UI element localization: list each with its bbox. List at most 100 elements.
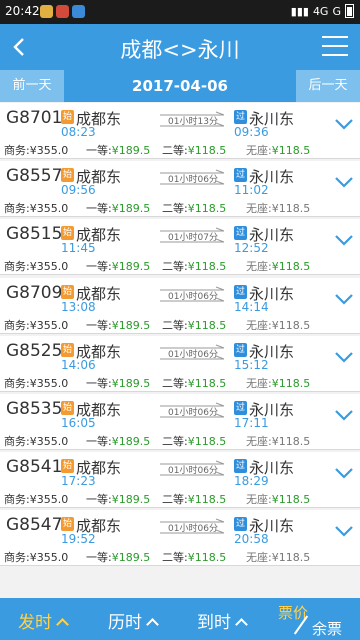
travel-duration: 01小时13分 [168, 117, 218, 127]
arrival-time: 17:11 [234, 416, 269, 430]
seat-business-price: ¥355.0 [29, 318, 69, 332]
sort-duration-button[interactable]: 历时 [108, 608, 159, 633]
seat-second-label: 二等: [162, 376, 188, 390]
pass-badge: 过 [234, 168, 247, 183]
seat-second-price: ¥118.5 [187, 202, 227, 216]
seat-second-label: 二等: [162, 435, 188, 448]
chevron-down-icon[interactable] [334, 466, 354, 480]
seat-standing-label: 无座: [246, 435, 272, 448]
seat-second: 二等:¥118.5 [162, 258, 226, 274]
seat-standing-price: ¥118.5 [271, 493, 311, 507]
seat-second-label: 二等: [162, 260, 188, 274]
train-row[interactable]: G8557 始成都东 09:56 01小时06分过永川东 11:02 商务:¥355.0 一… [0, 161, 360, 218]
seat-second: 二等:¥118.5 [162, 142, 226, 158]
train-number: G8557 [6, 166, 63, 187]
seat-first-price: ¥189.5 [111, 493, 151, 507]
sort-arrive-button[interactable]: 到时 [197, 608, 248, 633]
seat-first: 一等:¥189.5 [86, 317, 150, 333]
seat-first-label: 一等: [86, 435, 112, 448]
travel-duration: 01小时06分 [168, 408, 218, 418]
selected-date[interactable]: 2017-04-06 [64, 70, 296, 102]
seat-second: 二等:¥118.5 [162, 375, 226, 391]
prev-day-button[interactable]: 前一天 [0, 70, 64, 102]
travel-duration: 01小时06分 [168, 349, 218, 360]
departure-time: 09:56 [61, 183, 96, 198]
chevron-down-icon[interactable] [334, 350, 354, 364]
seat-first-price: ¥189.5 [111, 551, 151, 565]
seat-second-price: ¥118.5 [187, 260, 227, 274]
travel-duration: 01小时06分 [168, 175, 218, 186]
seat-first-label: 一等: [86, 493, 112, 507]
origin-badge: 始 [61, 168, 74, 183]
train-row[interactable]: G8547 始成都东 19:52 01小时06分过永川东 20:58 商务:¥355.0 一… [0, 510, 360, 567]
departure-time: 19:52 [61, 532, 96, 547]
sort-arrive-label: 到时 [197, 613, 231, 633]
seat-first-price: ¥189.5 [111, 435, 151, 448]
arrival-time: 11:02 [234, 183, 269, 198]
title-bar: 成都<>永川 [0, 24, 360, 70]
seat-business: 商务:¥355.0 [4, 375, 68, 391]
seat-standing-label: 无座: [246, 376, 272, 390]
seat-second: 二等:¥118.5 [162, 200, 226, 216]
pass-badge: 过 [234, 226, 247, 241]
pass-badge: 过 [234, 110, 247, 124]
travel-duration: 01小时06分 [168, 291, 218, 302]
seat-business: 商务:¥355.0 [4, 317, 68, 333]
train-row[interactable]: G8541 始成都东 17:23 01小时06分过永川东 18:29 商务:¥355.0 一… [0, 452, 360, 509]
seat-first: 一等:¥189.5 [86, 491, 150, 507]
sort-depart-button[interactable]: 发时 [18, 608, 69, 633]
chevron-down-icon[interactable] [334, 292, 354, 306]
departure-time: 16:05 [61, 416, 96, 430]
origin-badge: 始 [61, 284, 74, 299]
train-row[interactable]: G8709 始成都东 13:08 01小时06分过永川东 14:14 商务:¥355.0 一… [0, 277, 360, 334]
train-number: G8525 [6, 340, 63, 361]
seat-first-label: 一等: [86, 376, 112, 390]
seat-first: 一等:¥189.5 [86, 375, 150, 391]
seat-first-label: 一等: [86, 551, 112, 565]
chevron-down-icon[interactable] [334, 175, 354, 189]
menu-icon[interactable] [322, 36, 348, 58]
seat-second-label: 二等: [162, 551, 188, 565]
chevron-down-icon[interactable] [334, 233, 354, 247]
pass-badge: 过 [234, 517, 247, 532]
sort-remain-button[interactable]: 余票 [312, 618, 342, 639]
seat-second-label: 二等: [162, 202, 188, 216]
train-row[interactable]: G8515 始成都东 11:45 01小时07分过永川东 12:52 商务:¥355.0 一… [0, 219, 360, 276]
travel-duration: 01小时06分 [168, 524, 218, 535]
seat-standing-price: ¥118.5 [271, 551, 311, 565]
pass-badge: 过 [234, 284, 247, 299]
chevron-down-icon[interactable] [334, 408, 354, 422]
seat-second: 二等:¥118.5 [162, 433, 226, 449]
sort-depart-label: 发时 [18, 613, 52, 633]
seat-business-label: 商务: [4, 435, 30, 448]
departure-time: 14:06 [61, 357, 96, 372]
seat-business: 商务:¥355.0 [4, 433, 68, 449]
seat-first-label: 一等: [86, 144, 112, 157]
seat-business-label: 商务: [4, 260, 30, 274]
seat-standing-price: ¥118.5 [271, 260, 311, 274]
seat-first-label: 一等: [86, 318, 112, 332]
seat-first-price: ¥189.5 [111, 318, 151, 332]
seat-second-label: 二等: [162, 318, 188, 332]
train-number: G8701 [6, 108, 63, 128]
departure-time: 13:08 [61, 299, 96, 314]
page-title: 成都<>永川 [120, 38, 240, 62]
chevron-down-icon[interactable] [334, 117, 354, 131]
train-row[interactable]: G8525 始成都东 14:06 01小时06分过永川东 15:12 商务:¥355.0 一… [0, 335, 360, 392]
train-row[interactable]: G8701 始成都东 08:23 01小时13分过永川东 09:36 商务:¥355.0 一… [0, 103, 360, 159]
departure-time: 17:23 [61, 474, 96, 489]
seat-standing: 无座:¥118.5 [246, 491, 310, 507]
origin-badge: 始 [61, 401, 74, 415]
seat-standing-label: 无座: [246, 318, 272, 332]
seat-second: 二等:¥118.5 [162, 317, 226, 333]
next-day-button[interactable]: 后一天 [296, 70, 360, 102]
arrival-time: 20:58 [234, 532, 269, 547]
seat-business: 商务:¥355.0 [4, 142, 68, 158]
signal-icon: ▮▮▮ [290, 4, 309, 18]
seat-business: 商务:¥355.0 [4, 258, 68, 274]
battery-icon [345, 4, 354, 18]
seat-standing: 无座:¥118.5 [246, 433, 310, 449]
train-row[interactable]: G8535 始成都东 16:05 01小时06分过永川东 17:11 商务:¥355.0 一… [0, 394, 360, 450]
notification-icon-3 [72, 5, 85, 18]
chevron-down-icon[interactable] [334, 524, 354, 538]
